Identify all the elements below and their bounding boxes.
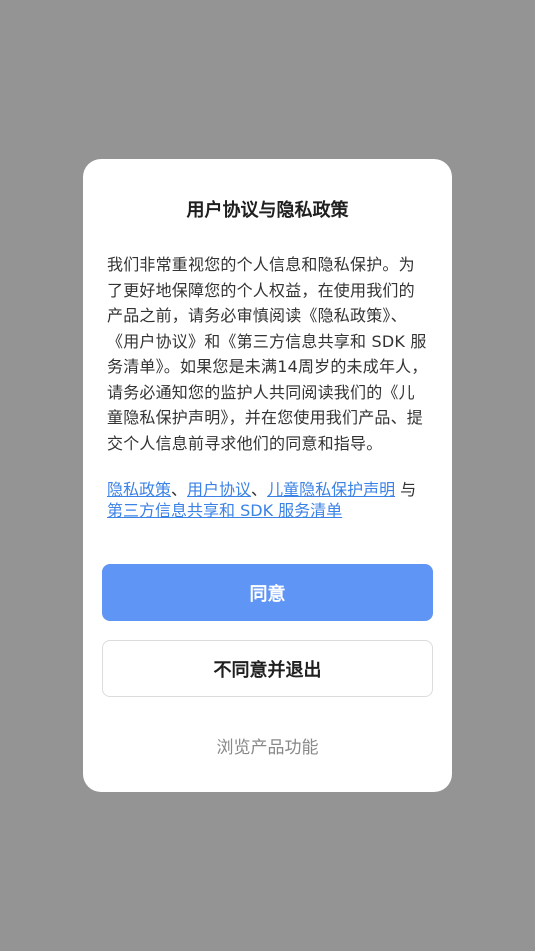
- browse-product-button[interactable]: 浏览产品功能: [83, 733, 452, 758]
- privacy-dialog: 用户协议与隐私政策 我们非常重视您的个人信息和隐私保护。为了更好地保障您的个人权…: [83, 159, 452, 792]
- agree-button[interactable]: 同意: [102, 564, 433, 621]
- link-conjunction: 与: [395, 480, 417, 499]
- dialog-body-text: 我们非常重视您的个人信息和隐私保护。为了更好地保障您的个人权益，在使用我们的产品…: [107, 255, 428, 453]
- link-separator: 、: [251, 480, 268, 499]
- child-privacy-link[interactable]: 儿童隐私保护声明: [267, 480, 395, 499]
- third-party-sdk-link[interactable]: 第三方信息共享和 SDK 服务清单: [107, 501, 342, 520]
- agreement-links: 隐私政策、用户协议、儿童隐私保护声明 与第三方信息共享和 SDK 服务清单: [107, 479, 428, 521]
- link-separator: 、: [171, 480, 188, 499]
- disagree-exit-button[interactable]: 不同意并退出: [102, 640, 433, 697]
- privacy-policy-link[interactable]: 隐私政策: [107, 480, 171, 499]
- user-agreement-link[interactable]: 用户协议: [187, 480, 251, 499]
- dialog-title: 用户协议与隐私政策: [186, 200, 349, 221]
